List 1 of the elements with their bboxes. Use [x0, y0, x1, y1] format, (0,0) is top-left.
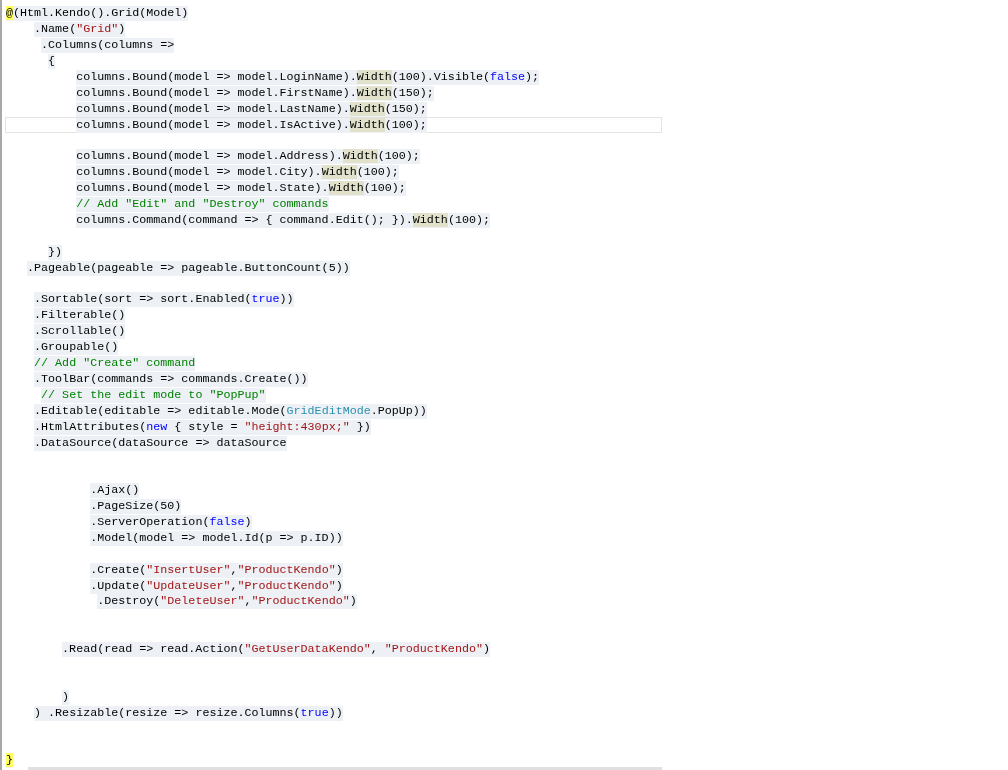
- brace-match-highlight: }: [6, 753, 13, 769]
